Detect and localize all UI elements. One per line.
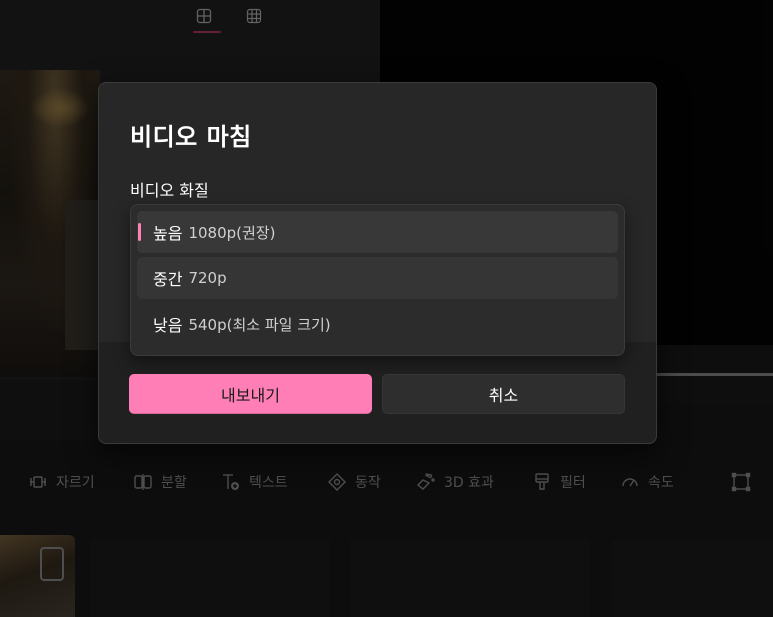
cancel-button[interactable]: 취소 <box>382 374 625 414</box>
video-quality-label: 비디오 화질 <box>130 181 209 200</box>
selected-indicator <box>138 223 141 241</box>
option-name: 낮음 <box>153 316 183 335</box>
quality-option-high[interactable]: 높음 1080p(권장) <box>137 211 618 253</box>
option-name: 중간 <box>153 270 183 289</box>
video-quality-dropdown: 높음 1080p(권장) 중간 720p 낮음 540p(최소 파일 크기) <box>130 204 625 356</box>
quality-option-medium[interactable]: 중간 720p <box>137 257 618 299</box>
option-name: 높음 <box>153 224 183 243</box>
option-detail: 720p <box>188 269 227 287</box>
quality-option-low[interactable]: 낮음 540p(최소 파일 크기) <box>137 303 618 345</box>
export-button[interactable]: 내보내기 <box>129 374 372 414</box>
option-detail: 1080p(권장) <box>188 223 276 242</box>
finish-video-dialog: 비디오 마침 비디오 화질 높음 1080p(권장) 중간 720p 낮음 54… <box>98 82 657 444</box>
option-detail: 540p(최소 파일 크기) <box>188 315 331 334</box>
dialog-title: 비디오 마침 <box>130 123 252 151</box>
